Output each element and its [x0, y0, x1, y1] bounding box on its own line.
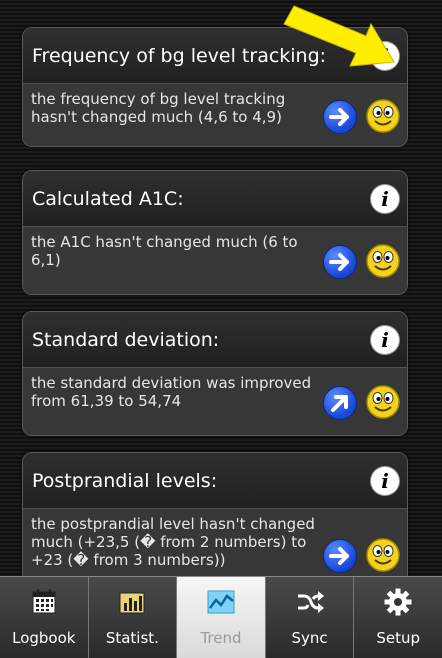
tab-label: Statist. — [105, 629, 159, 647]
info-icon[interactable]: i — [371, 466, 399, 495]
arrow-up-right-icon[interactable] — [323, 386, 357, 420]
info-icon[interactable]: i — [371, 184, 399, 213]
tab-trend[interactable]: Trend — [177, 577, 266, 658]
bar-chart-icon — [119, 592, 145, 614]
card-title: Postprandial levels: — [32, 469, 218, 492]
highlight-arrow-icon — [283, 5, 395, 67]
arrow-right-icon[interactable] — [323, 99, 357, 134]
card-header: Postprandial levels: i — [23, 453, 407, 509]
card-header: Calculated A1C: i — [23, 171, 407, 227]
smiley-icon — [366, 98, 400, 133]
tab-statistics[interactable]: Statist. — [88, 577, 178, 658]
tab-setup[interactable]: Setup — [354, 577, 442, 658]
card-standard-deviation: Standard deviation: i the standard devia… — [22, 311, 408, 436]
smiley-icon — [366, 244, 400, 278]
card-text: the standard deviation was improved from… — [31, 374, 312, 410]
card-title: Calculated A1C: — [32, 187, 184, 210]
tab-label: Trend — [200, 629, 242, 647]
info-icon[interactable]: i — [371, 325, 399, 354]
tab-logbook[interactable]: Logbook — [0, 577, 89, 658]
card-postprandial: Postprandial levels: i the postprandial … — [22, 452, 408, 594]
card-header: Standard deviation: i — [23, 312, 407, 368]
calendar-icon — [32, 589, 56, 614]
arrow-right-icon[interactable] — [323, 245, 357, 279]
arrow-right-icon[interactable] — [323, 539, 357, 573]
trend-line-icon — [207, 590, 235, 614]
card-text: the frequency of bg level tracking hasn'… — [31, 90, 286, 126]
tab-label: Setup — [376, 629, 420, 647]
tab-sync[interactable]: Sync — [265, 577, 355, 658]
smiley-icon — [366, 538, 400, 572]
card-text: the postprandial level hasn't changed mu… — [31, 515, 315, 569]
card-body: the standard deviation was improved from… — [23, 368, 407, 435]
card-body: the A1C hasn't changed much (6 to 6,1) — [23, 227, 407, 294]
card-title: Standard deviation: — [32, 328, 220, 351]
card-text: the A1C hasn't changed much (6 to 6,1) — [31, 233, 298, 269]
gear-icon — [384, 588, 412, 616]
card-body: the frequency of bg level tracking hasn'… — [23, 84, 407, 146]
tab-label: Logbook — [12, 629, 76, 647]
smiley-icon — [366, 385, 400, 419]
card-a1c: Calculated A1C: i the A1C hasn't changed… — [22, 170, 408, 295]
tab-label: Sync — [291, 629, 328, 647]
shuffle-icon — [297, 591, 324, 613]
bottom-tab-bar: Logbook Statist. Trend Sync Setup — [0, 576, 442, 658]
